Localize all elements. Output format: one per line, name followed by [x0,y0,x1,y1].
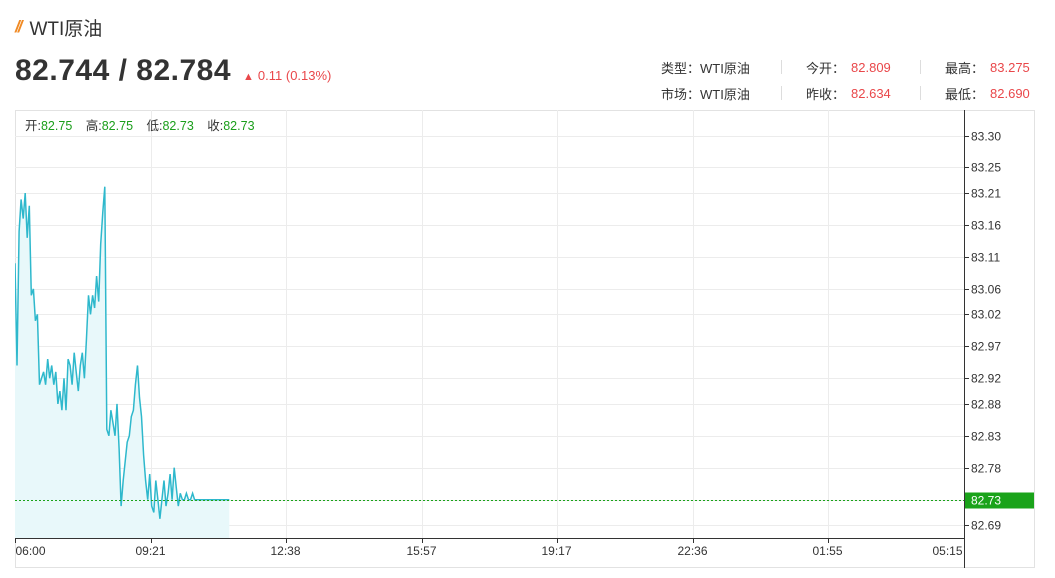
ohlc-low-label: 低: [147,119,163,133]
title-mark-icon: // [15,17,23,36]
y-tick-label: 83.02 [971,308,1001,322]
info-row-1: 类型： WTI原油 今开： 82.809 最高： 83.275 [661,54,1035,80]
ohlc-low-value: 82.73 [162,119,193,133]
divider [781,86,782,100]
x-tick-label: 19:17 [542,544,572,558]
market-value: WTI原油 [700,86,750,102]
price-change: ▲ 0.11 (0.13%) [243,68,331,83]
x-tick-label: 05:15 [933,544,963,558]
change-text: 0.11 (0.13%) [257,68,332,83]
ohlc-close-value: 82.73 [223,119,254,133]
prev-close-value: 82.634 [851,85,891,101]
ohlc-open-value: 82.75 [41,119,72,133]
x-tick-label: 15:57 [407,544,437,558]
high-cell: 最高： 83.275 [945,58,1035,77]
x-tick-label: 01:55 [813,544,843,558]
x-tick-label: 06:00 [16,544,46,558]
ohlc-high-value: 82.75 [102,119,133,133]
x-tick-label: 09:21 [136,544,166,558]
current-price-tag: 82.73 [965,492,1034,509]
type-cell: 类型： WTI原油 [661,58,757,77]
y-tick-label: 83.25 [971,161,1001,175]
low-value: 82.690 [990,85,1030,101]
open-cell: 今开： 82.809 [806,58,896,77]
high-label: 最高： [945,60,985,76]
market-label: 市场： [661,86,701,102]
y-tick-label: 83.11 [971,251,1000,265]
title-row: // WTI原油 [15,12,102,42]
divider [920,60,921,74]
ohlc-close-label: 收: [207,119,223,133]
y-tick-label: 83.16 [971,219,1001,233]
type-label: 类型： [661,60,701,76]
page-title: WTI原油 [29,18,103,40]
open-label: 今开： [806,60,846,76]
bid-ask-price: 82.744 / 82.784 [15,54,232,87]
price-chart[interactable]: 83.30 83.25 83.21 83.16 83.11 83.06 83.02 82.97… [14,110,1035,568]
y-tick-label: 83.06 [971,283,1001,297]
y-tick-label: 82.92 [971,372,1001,386]
y-tick-label: 82.78 [971,462,1001,476]
market-cell: 市场： WTI原油 [661,84,757,103]
low-cell: 最低： 82.690 [945,84,1035,103]
quote-info: 类型： WTI原油 今开： 82.809 最高： 83.275 市场： WTI原… [661,54,1035,106]
price-row: 82.744 / 82.784 ▲ 0.11 (0.13%) [15,54,331,88]
divider [920,86,921,100]
y-tick-label: 83.30 [971,130,1001,144]
high-value: 83.275 [990,59,1030,75]
y-tick-label: 82.97 [971,340,1001,354]
current-price-tag-label: 82.73 [971,494,1001,508]
y-tick-label: 82.69 [971,519,1001,533]
divider [781,60,782,74]
y-tick-label: 82.83 [971,430,1001,444]
price-chart-svg[interactable]: 83.30 83.25 83.21 83.16 83.11 83.06 83.02 82.97… [14,110,1035,568]
info-row-2: 市场： WTI原油 昨收： 82.634 最低： 82.690 [661,80,1035,106]
open-value: 82.809 [851,59,891,75]
ohlc-open-label: 开: [25,119,41,133]
ohlc-high-label: 高: [86,118,102,133]
prev-close-label: 昨收： [806,86,846,102]
y-tick-label: 82.88 [971,398,1001,412]
y-tick-label: 83.21 [971,187,1001,201]
type-value: WTI原油 [700,60,750,76]
x-tick-label: 22:36 [678,544,708,558]
up-arrow-icon: ▲ [243,71,254,83]
x-tick-label: 12:38 [271,544,301,558]
prev-close-cell: 昨收： 82.634 [806,84,896,103]
low-label: 最低： [945,86,985,102]
